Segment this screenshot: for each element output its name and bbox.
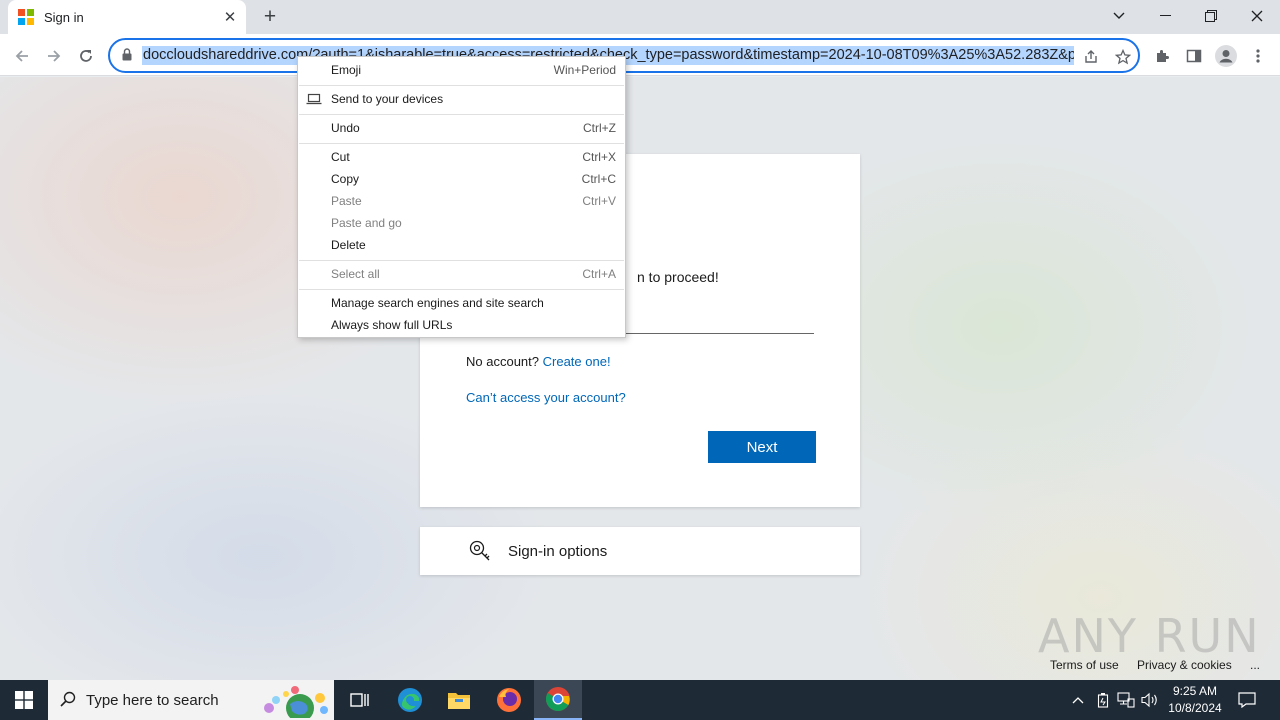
chrome-icon[interactable] — [534, 680, 582, 720]
context-menu: Emoji Win+Period Send to your devices Un… — [297, 56, 626, 338]
start-button[interactable] — [0, 680, 48, 720]
search-highlight-icon — [260, 684, 330, 720]
reload-icon[interactable] — [72, 42, 100, 70]
task-view-icon[interactable] — [336, 680, 384, 720]
menu-separator — [299, 114, 624, 115]
share-icon[interactable] — [1080, 46, 1102, 68]
menu-separator — [299, 260, 624, 261]
profile-icon[interactable] — [1212, 42, 1240, 70]
menu-separator — [299, 289, 624, 290]
terms-link[interactable]: Terms of use — [1050, 658, 1119, 672]
minimize-icon[interactable] — [1142, 0, 1188, 32]
no-account-text: No account? — [466, 354, 539, 369]
clock-time: 9:25 AM — [1172, 684, 1218, 698]
devices-icon — [306, 93, 322, 108]
forward-arrow-icon[interactable] — [40, 42, 68, 70]
signin-instruction: n to proceed! — [637, 269, 719, 285]
close-icon[interactable] — [1234, 0, 1280, 32]
tab-close-icon[interactable]: ✕ — [220, 7, 240, 27]
menu-separator — [299, 85, 624, 86]
restore-icon[interactable] — [1188, 0, 1234, 32]
create-account-link[interactable]: Create one! — [543, 354, 611, 369]
menu-item-copy[interactable]: Copy Ctrl+C — [298, 168, 625, 190]
lock-icon[interactable] — [122, 48, 132, 64]
chevron-up-icon[interactable] — [1069, 691, 1087, 709]
menu-separator — [299, 143, 624, 144]
search-placeholder: Type here to search — [86, 691, 219, 709]
menu-item-always-show-full-urls[interactable]: Always show full URLs — [298, 314, 625, 336]
kebab-menu-icon[interactable] — [1244, 42, 1272, 70]
menu-item-delete[interactable]: Delete — [298, 234, 625, 256]
menu-item-select-all[interactable]: Select all Ctrl+A — [298, 263, 625, 285]
privacy-link[interactable]: Privacy & cookies — [1137, 658, 1232, 672]
cant-access-link[interactable]: Can’t access your account? — [466, 390, 626, 405]
tab-sign-in[interactable]: Sign in ✕ — [8, 0, 246, 34]
menu-item-manage-search-engines[interactable]: Manage search engines and site search — [298, 292, 625, 314]
next-button[interactable]: Next — [708, 431, 816, 463]
tab-strip: Sign in ✕ + — [0, 0, 1280, 34]
menu-item-cut[interactable]: Cut Ctrl+X — [298, 146, 625, 168]
volume-icon[interactable] — [1141, 691, 1159, 709]
extensions-icon[interactable] — [1148, 42, 1176, 70]
taskbar-search-box[interactable]: Type here to search — [48, 680, 334, 720]
notification-icon[interactable] — [1238, 691, 1256, 709]
menu-item-emoji[interactable]: Emoji Win+Period — [298, 59, 625, 81]
browser-toolbar: doccloudshareddrive.com/?auth=1&isharabl… — [0, 34, 1280, 76]
new-tab-button[interactable]: + — [258, 6, 282, 28]
microsoft-favicon — [18, 9, 34, 25]
signin-options-label: Sign-in options — [508, 542, 608, 560]
more-options-link[interactable]: ... — [1250, 658, 1260, 672]
windows-taskbar: Type here to search 9:25 AM 10/8/2024 — [0, 680, 1280, 720]
menu-item-paste[interactable]: Paste Ctrl+V — [298, 190, 625, 212]
tab-title: Sign in — [44, 9, 84, 25]
clock-date: 10/8/2024 — [1168, 701, 1222, 715]
network-icon[interactable] — [1117, 691, 1135, 709]
file-explorer-icon[interactable] — [435, 680, 483, 720]
no-account-row: No account? Create one! — [466, 354, 611, 369]
menu-item-undo[interactable]: Undo Ctrl+Z — [298, 117, 625, 139]
side-panel-icon[interactable] — [1180, 42, 1208, 70]
page-content: n to proceed! No account? Create one! Ca… — [0, 77, 1280, 680]
menu-item-paste-and-go[interactable]: Paste and go — [298, 212, 625, 234]
firefox-icon[interactable] — [485, 680, 533, 720]
star-icon[interactable] — [1112, 46, 1134, 68]
menu-item-send-to-devices[interactable]: Send to your devices — [298, 88, 625, 110]
signin-options-button[interactable]: Sign-in options — [420, 527, 860, 575]
search-icon — [60, 691, 76, 710]
edge-icon[interactable] — [386, 680, 434, 720]
anyrun-watermark: ANY RUN — [1038, 609, 1261, 663]
back-arrow-icon[interactable] — [8, 42, 36, 70]
tab-search-icon[interactable] — [1096, 0, 1142, 32]
windows-logo-icon — [15, 691, 33, 709]
system-clock[interactable]: 9:25 AM 10/8/2024 — [1160, 683, 1230, 717]
battery-icon[interactable] — [1094, 691, 1112, 709]
key-search-icon — [468, 539, 492, 563]
